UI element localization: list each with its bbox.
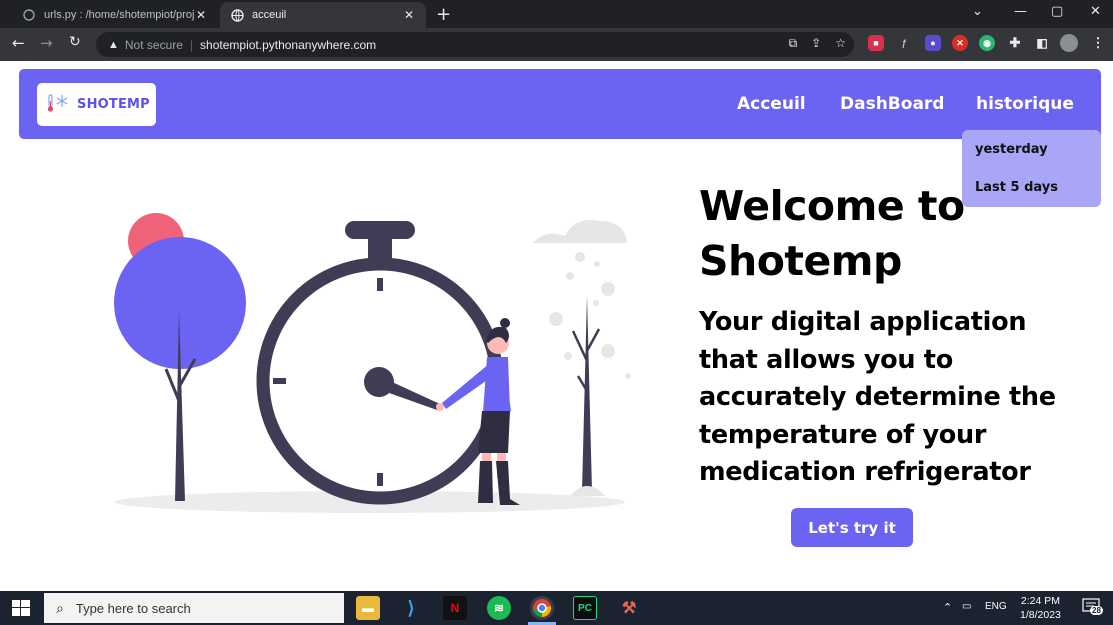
file-explorer-icon[interactable]: ▬	[356, 596, 380, 620]
tab-acceuil[interactable]: acceuil ✕	[220, 2, 426, 28]
hero-subtitle: Your digital application that allows you…	[699, 304, 1089, 492]
spotify-icon[interactable]: ≋	[487, 596, 511, 620]
language-indicator[interactable]: ENG	[985, 601, 1007, 612]
address-bar[interactable]: ▲ Not secure | shotempiot.pythonanywhere…	[96, 32, 854, 57]
security-label: Not secure	[124, 37, 183, 52]
tab-close-icon[interactable]: ✕	[194, 8, 208, 22]
minimize-button[interactable]: —	[1014, 4, 1027, 19]
hero-subtitle-line: accurately determine the	[699, 382, 1056, 412]
historique-dropdown: yesterday Last 5 days	[962, 130, 1101, 207]
extension-red-icon[interactable]: ■	[868, 35, 884, 51]
profile-avatar[interactable]	[1060, 34, 1078, 52]
globe-icon	[230, 8, 244, 22]
hero-subtitle-line: temperature of your	[699, 419, 987, 450]
translate-icon[interactable]: ⧉	[789, 36, 798, 51]
close-window-button[interactable]: ✕	[1090, 4, 1101, 19]
bookmark-star-icon[interactable]: ☆	[835, 36, 846, 51]
clock-time: 2:24 PM	[1020, 595, 1060, 607]
hero-subtitle-line: medication refrigerator	[699, 457, 1031, 487]
tray-chevron-icon[interactable]: ⌃	[943, 601, 952, 614]
url-text[interactable]: shotempiot.pythonanywhere.com	[200, 38, 376, 52]
dropdown-item-yesterday[interactable]: yesterday	[975, 142, 1048, 157]
notification-count-badge: 28	[1090, 606, 1103, 615]
search-icon: ⌕	[56, 599, 64, 616]
reload-button[interactable]: ↻	[69, 34, 81, 50]
browser-toolbar: ← → ↻ ▲ Not secure | shotempiot.pythonan…	[0, 28, 1113, 61]
nav-link-accueil[interactable]: Acceuil	[737, 94, 806, 114]
extension-x-icon[interactable]: ✕	[952, 35, 968, 51]
windows-start-icon[interactable]	[12, 600, 30, 616]
hero-title-line: Welcome to	[699, 182, 965, 230]
extension-formula-icon[interactable]: ƒ	[896, 35, 912, 51]
site-logo[interactable]: SHOTEMP	[37, 83, 156, 126]
tab-urls-py[interactable]: urls.py : /home/shotempiot/proje ✕	[12, 2, 218, 28]
browser-menu-icon[interactable]: ⋮	[1090, 35, 1106, 51]
omnibox-actions: ⧉ ⇪ ☆	[789, 36, 846, 51]
search-placeholder: Type here to search	[75, 600, 191, 616]
side-panel-icon[interactable]: ◧	[1034, 35, 1050, 51]
battery-icon[interactable]: ▭	[962, 601, 971, 612]
maximize-button[interactable]: ▢	[1051, 4, 1063, 19]
dropdown-item-last-5-days[interactable]: Last 5 days	[975, 180, 1058, 195]
share-icon[interactable]: ⇪	[811, 36, 821, 51]
warning-triangle-icon[interactable]: ▲	[108, 39, 119, 51]
nav-link-dashboard[interactable]: DashBoard	[840, 94, 944, 114]
new-tab-button[interactable]: +	[436, 4, 451, 25]
system-clock[interactable]: 2:24 PM 1/8/2023	[1020, 594, 1061, 622]
tab-title: acceuil	[252, 9, 287, 21]
chrome-icon[interactable]	[530, 596, 554, 620]
tools-app-icon[interactable]: ⚒	[617, 596, 641, 620]
hero-title: Welcome to Shotemp	[699, 179, 965, 289]
extension-green-icon[interactable]: ◉	[979, 35, 995, 51]
tab-search-chevron-icon[interactable]: ⌄	[972, 4, 983, 19]
hero-subtitle-line: Your digital application	[699, 307, 1027, 337]
pycharm-icon[interactable]: PC	[573, 596, 597, 620]
clock-date: 1/8/2023	[1020, 609, 1061, 621]
tab-title: urls.py : /home/shotempiot/proje	[44, 9, 194, 21]
forward-button[interactable]: →	[40, 34, 53, 52]
omnibox-divider: |	[189, 37, 194, 52]
hero-title-line: Shotemp	[699, 237, 902, 285]
nav-link-historique[interactable]: historique	[976, 94, 1074, 114]
web-page: SHOTEMP Acceuil DashBoard historique Wel…	[0, 61, 1113, 591]
vscode-icon[interactable]: ⟩	[399, 596, 423, 620]
extensions-puzzle-icon[interactable]: ✚	[1007, 35, 1023, 51]
notification-center-icon[interactable]: 28	[1082, 598, 1104, 618]
bare-tree-trunk	[582, 296, 592, 491]
lets-try-it-button[interactable]: Let's try it	[791, 508, 913, 547]
logo-text: SHOTEMP	[77, 97, 150, 112]
cloud	[533, 220, 627, 243]
taskbar-search-box[interactable]: ⌕ Type here to search	[44, 593, 344, 623]
windows-taskbar: ⌕ Type here to search ▬ ⟩ N ≋ PC ⚒ ⌃ ▭ E…	[0, 591, 1113, 625]
back-button[interactable]: ←	[12, 34, 25, 52]
tab-close-icon[interactable]: ✕	[402, 8, 416, 22]
thermometer-snowflake-icon	[47, 93, 71, 117]
extension-purple-icon[interactable]: ●	[925, 35, 941, 51]
woman-skirt	[478, 411, 510, 453]
netflix-icon[interactable]: N	[443, 596, 467, 620]
site-navbar: SHOTEMP Acceuil DashBoard historique	[19, 69, 1101, 139]
browser-tab-bar: urls.py : /home/shotempiot/proje ✕ acceu…	[0, 0, 1113, 28]
hero-subtitle-line: that allows you to	[699, 344, 953, 375]
stopwatch-illustration	[114, 213, 631, 513]
python-anywhere-favicon-icon	[22, 8, 36, 22]
